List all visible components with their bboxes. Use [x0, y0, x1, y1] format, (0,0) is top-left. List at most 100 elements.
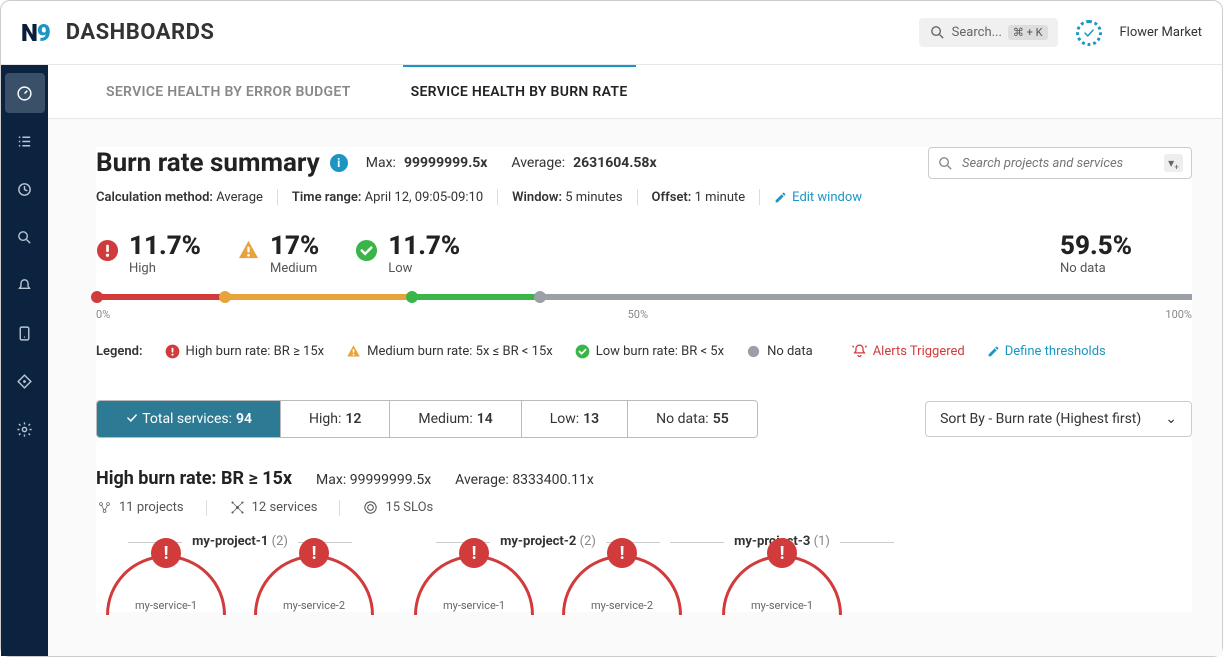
chevron-down-icon: ⌄ — [1165, 411, 1177, 427]
nodata-icon — [746, 344, 761, 359]
high-icon: ! — [151, 538, 181, 568]
project-group: my-project-1 (2) !my-service-1!my-service… — [96, 534, 384, 612]
search-icon — [929, 24, 946, 41]
project-group: my-project-3 (1)!my-service-1 — [712, 534, 852, 612]
high-icon — [96, 239, 119, 262]
project-name: my-project-2 (2) — [490, 534, 606, 549]
high-icon — [165, 344, 180, 359]
logo: N9 — [21, 19, 50, 47]
pencil-icon — [774, 191, 787, 204]
nav-alerts[interactable] — [5, 265, 45, 305]
service-card[interactable]: !my-service-1 — [712, 555, 852, 612]
nodata-label: No data — [1060, 261, 1132, 276]
high-label: High — [129, 261, 201, 276]
org-name[interactable]: Flower Market — [1120, 25, 1203, 40]
slos-count: 15 SLOs — [362, 499, 433, 516]
legend-high: High burn rate: BR ≥ 15x — [186, 344, 325, 359]
legend-nodata: No data — [767, 344, 813, 359]
nodata-pct: 59.5% — [1060, 233, 1132, 259]
services-icon — [229, 499, 246, 516]
low-icon — [355, 239, 378, 262]
calc-method-label: Calculation method: — [96, 190, 213, 205]
med-pct: 17% — [270, 233, 319, 259]
alert-bell-icon — [851, 343, 868, 360]
medium-icon — [237, 239, 260, 262]
tabs: SERVICE HEALTH BY ERROR BUDGET SERVICE H… — [48, 65, 1222, 119]
high-icon: ! — [607, 538, 637, 568]
services-count: 12 services — [229, 499, 318, 516]
service-card[interactable]: !my-service-2 — [244, 555, 384, 612]
check-icon — [125, 411, 139, 425]
nav-dashboards[interactable] — [5, 73, 45, 113]
sort-dropdown[interactable]: Sort By - Burn rate (Highest first)⌄ — [925, 401, 1192, 437]
tab-error-budget[interactable]: SERVICE HEALTH BY ERROR BUDGET — [106, 65, 351, 118]
avg-value: 2631604.58x — [573, 155, 656, 171]
pill-nodata[interactable]: No data:55 — [628, 401, 757, 437]
window-label: Window: — [512, 190, 562, 205]
nav-target[interactable] — [5, 169, 45, 209]
global-search[interactable]: Search... ⌘ + K — [919, 18, 1058, 47]
edit-window-link[interactable]: Edit window — [774, 190, 862, 205]
high-icon: ! — [459, 538, 489, 568]
time-range-value: April 12, 09:05-09:10 — [365, 190, 483, 205]
info-icon[interactable]: i — [330, 154, 348, 172]
nav-list[interactable] — [5, 121, 45, 161]
nav-reports[interactable] — [5, 313, 45, 353]
top-bar: N9 DASHBOARDS Search... ⌘ + K Flower Mar… — [1, 1, 1222, 65]
device-icon — [16, 325, 33, 342]
projects-count: 11 projects — [96, 499, 184, 516]
list-icon — [16, 133, 33, 150]
filter-pills: Total services:94 High:12 Medium:14 Low:… — [96, 400, 758, 438]
nav-settings[interactable] — [5, 409, 45, 449]
tab-burn-rate[interactable]: SERVICE HEALTH BY BURN RATE — [411, 65, 628, 118]
legend-title: Legend: — [96, 344, 143, 359]
time-range-label: Time range: — [292, 190, 362, 205]
low-icon — [575, 344, 590, 359]
low-label: Low — [388, 261, 460, 276]
max-value: 99999999.5x — [404, 155, 487, 171]
pill-low[interactable]: Low:13 — [522, 401, 628, 437]
service-card[interactable]: !my-service-1 — [96, 555, 236, 612]
offset-value: 1 minute — [695, 190, 746, 205]
high-icon: ! — [767, 538, 797, 568]
search-projects[interactable]: ▾₊ — [928, 147, 1192, 179]
legend-med: Medium burn rate: 5x ≤ BR < 15x — [367, 344, 553, 359]
alerts-triggered: Alerts Triggered — [851, 343, 965, 360]
section-heading: Burn rate summary — [96, 148, 320, 178]
search-kbd: ⌘ + K — [1008, 25, 1048, 40]
nav-integrations[interactable] — [5, 361, 45, 401]
filter-icon[interactable]: ▾₊ — [1164, 154, 1183, 172]
tick-100: 100% — [1165, 308, 1192, 321]
pill-total[interactable]: Total services:94 — [97, 401, 281, 437]
status-indicator-icon[interactable] — [1076, 20, 1102, 46]
project-name: my-project-1 (2) — [182, 534, 298, 549]
offset-label: Offset: — [652, 190, 692, 205]
nav-explore[interactable] — [5, 217, 45, 257]
define-thresholds-link[interactable]: Define thresholds — [987, 344, 1106, 359]
page-title: DASHBOARDS — [66, 20, 215, 45]
group-max: 99999999.5x — [350, 472, 431, 488]
med-label: Medium — [270, 261, 319, 276]
group-avg: 8333400.11x — [512, 472, 593, 488]
group-heading: High burn rate: BR ≥ 15x — [96, 468, 292, 489]
projects-icon — [96, 499, 113, 516]
pill-high[interactable]: High:12 — [281, 401, 390, 437]
bell-icon — [16, 277, 33, 294]
project-group: my-project-2 (2) !my-service-1!my-service… — [404, 534, 692, 612]
magnify-icon — [16, 229, 33, 246]
slo-icon — [362, 499, 379, 516]
gear-icon — [16, 421, 33, 438]
distribution-bar — [96, 294, 1192, 300]
search-projects-input[interactable] — [962, 156, 1156, 171]
service-card[interactable]: !my-service-1 — [404, 555, 544, 612]
tick-50: 50% — [628, 308, 648, 321]
pill-medium[interactable]: Medium:14 — [390, 401, 521, 437]
target-icon — [16, 181, 33, 198]
medium-icon — [346, 344, 361, 359]
avg-label: Average: — [511, 155, 565, 171]
service-card[interactable]: !my-service-2 — [552, 555, 692, 612]
calc-method-value: Average — [216, 190, 263, 205]
high-pct: 11.7% — [129, 233, 201, 259]
gauge-icon — [16, 85, 33, 102]
low-pct: 11.7% — [388, 233, 460, 259]
